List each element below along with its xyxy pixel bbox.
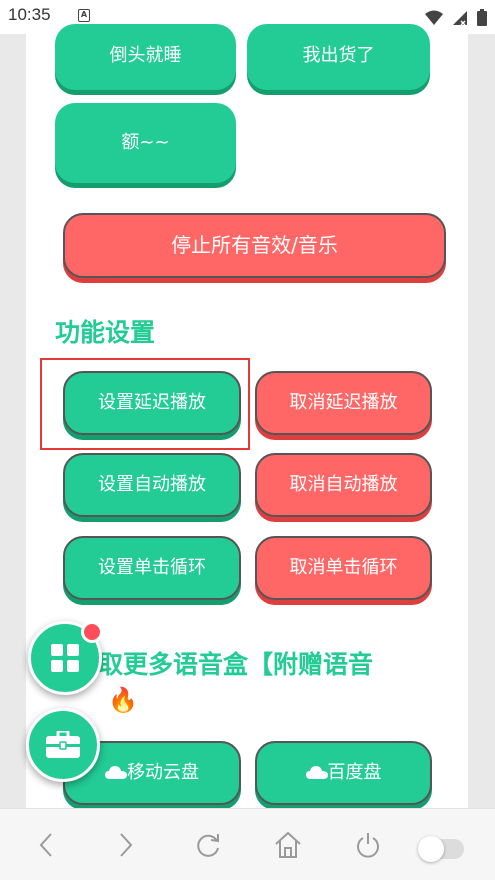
- status-time: 10:35: [8, 5, 51, 24]
- set-auto-play-button[interactable]: 设置自动播放: [63, 453, 241, 517]
- cancel-auto-play-button[interactable]: 取消自动播放: [255, 453, 432, 517]
- more-voiceboxes-title-line2: 🔥: [108, 686, 138, 714]
- notification-badge: [81, 621, 103, 643]
- cancel-click-loop-button[interactable]: 取消单击循环: [255, 536, 432, 600]
- back-button[interactable]: [36, 829, 56, 865]
- cancel-delay-play-label: 取消延迟播放: [289, 392, 398, 413]
- set-click-loop-button[interactable]: 设置单击循环: [63, 536, 241, 600]
- sound-button-label: 我出货了: [302, 45, 375, 66]
- cancel-delay-play-button[interactable]: 取消延迟播放: [255, 371, 432, 435]
- notification-icon: A: [78, 9, 90, 22]
- power-button[interactable]: [354, 829, 382, 865]
- toggle-knob: [418, 836, 444, 862]
- cloud-icon: [105, 766, 127, 779]
- more-voiceboxes-title: 获取更多语音盒【附赠语音: [73, 650, 374, 679]
- back-icon: [39, 833, 52, 857]
- status-icons: [421, 7, 487, 26]
- grid-apps-icon: [51, 644, 79, 672]
- mode-toggle[interactable]: [418, 836, 464, 862]
- wifi-icon: [424, 10, 443, 25]
- power-icon: [357, 833, 379, 858]
- cancel-click-loop-label: 取消单击循环: [289, 557, 398, 578]
- toolbox-icon: [46, 731, 80, 758]
- sound-button-daotoujiushui[interactable]: 倒头就睡: [55, 24, 236, 90]
- toolbox-fab-button[interactable]: [26, 708, 100, 782]
- forward-icon: [120, 833, 133, 857]
- sound-button-label: 倒头就睡: [109, 45, 182, 66]
- sound-button-wochuhuole[interactable]: 我出货了: [247, 24, 430, 90]
- baidu-drive-button[interactable]: 百度盘: [255, 741, 432, 805]
- stop-all-sounds-button[interactable]: 停止所有音效/音乐: [63, 213, 446, 278]
- cancel-auto-play-label: 取消自动播放: [289, 474, 398, 495]
- baidu-drive-label: 百度盘: [327, 762, 382, 783]
- home-icon: [275, 831, 301, 858]
- cloud-icon: [305, 766, 328, 779]
- battery-icon: [477, 9, 487, 26]
- set-auto-play-label: 设置自动播放: [98, 474, 206, 495]
- settings-section-title: 功能设置: [55, 318, 156, 347]
- mobile-cloud-drive-label: 移动云盘: [127, 762, 199, 783]
- sound-button-label: 额~~: [121, 132, 170, 153]
- set-click-loop-label: 设置单击循环: [98, 557, 206, 578]
- bottom-nav-bar: [0, 808, 495, 880]
- fire-emoji: 🔥: [108, 686, 138, 714]
- refresh-icon: [197, 834, 219, 857]
- home-button[interactable]: [274, 829, 302, 865]
- highlight-box: [40, 358, 250, 450]
- signal-icon: [452, 10, 467, 25]
- refresh-button[interactable]: [194, 829, 222, 865]
- stop-all-label: 停止所有音效/音乐: [171, 233, 338, 257]
- sound-button-e[interactable]: 额~~: [55, 103, 236, 183]
- forward-button[interactable]: [116, 829, 136, 865]
